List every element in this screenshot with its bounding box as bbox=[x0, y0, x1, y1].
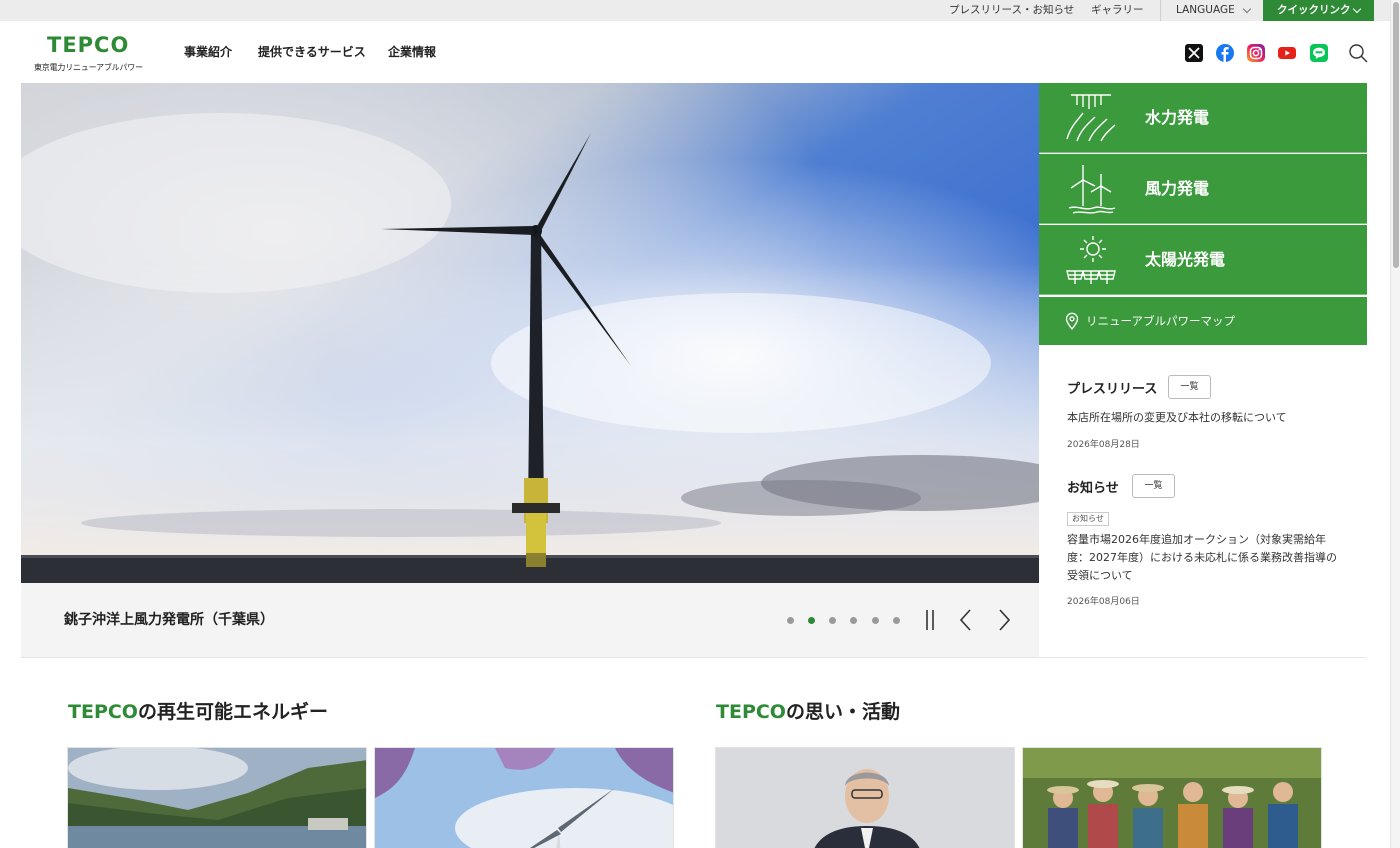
logo-mark: TEPCO bbox=[47, 33, 130, 57]
hero-caption: 銚子沖洋上風力発電所（千葉県） bbox=[64, 612, 274, 628]
hydro-power-label: 水力発電 bbox=[1145, 108, 1210, 127]
notice-item-link[interactable]: 容量市場2026年度追加オークション（対象実需給年度：2027年度）における未応… bbox=[1067, 531, 1342, 585]
slide-indicator-active[interactable] bbox=[808, 617, 815, 624]
solar-panel-icon bbox=[1063, 233, 1119, 287]
side-panel: 水力発電 風力発電 太陽光発電 リニューアブルパワーマップ プレスリリース 一覧… bbox=[1039, 83, 1367, 657]
language-label: LANGUAGE bbox=[1176, 4, 1235, 16]
utility-bar: プレスリリース・お知らせ ギャラリー LANGUAGE クイックリンク bbox=[0, 0, 1390, 21]
slide-indicator[interactable] bbox=[787, 617, 794, 624]
hero-slide-image[interactable] bbox=[21, 83, 1039, 583]
nav-company[interactable]: 企業情報 bbox=[388, 21, 436, 83]
map-link-label: リニューアブルパワーマップ bbox=[1086, 314, 1236, 328]
logo-subtitle: 東京電力リニューアブルパワー bbox=[34, 63, 143, 72]
press-item-link[interactable]: 本店所在場所の変更及び本社の移転について bbox=[1067, 409, 1342, 427]
section-brand: TEPCO bbox=[716, 701, 786, 723]
chevron-down-icon bbox=[1242, 4, 1252, 14]
notice-item-date: 2026年08月06日 bbox=[1067, 597, 1140, 607]
scrollbar-thumb[interactable] bbox=[1393, 2, 1399, 268]
press-news-link[interactable]: プレスリリース・お知らせ bbox=[949, 0, 1074, 21]
card-wind-cherry-image[interactable] bbox=[374, 747, 674, 848]
prev-arrow-icon[interactable] bbox=[953, 605, 979, 635]
press-item-date: 2026年08月28日 bbox=[1067, 440, 1140, 450]
instagram-icon[interactable] bbox=[1247, 44, 1265, 62]
notice-tag-badge: お知らせ bbox=[1067, 512, 1109, 526]
solar-power-label: 太陽光発電 bbox=[1145, 250, 1226, 269]
quick-link-label: クイックリンク bbox=[1277, 4, 1351, 16]
page-scrollbar[interactable] bbox=[1390, 0, 1400, 848]
slide-indicator[interactable] bbox=[850, 617, 857, 624]
next-arrow-icon[interactable] bbox=[991, 605, 1017, 635]
wind-power-label: 風力発電 bbox=[1145, 179, 1210, 198]
facebook-icon[interactable] bbox=[1216, 44, 1234, 62]
x-icon[interactable] bbox=[1185, 44, 1203, 62]
gallery-link[interactable]: ギャラリー bbox=[1091, 0, 1144, 21]
map-pin-icon bbox=[1063, 312, 1081, 331]
tepco-logo[interactable]: TEPCO 東京電力リニューアブルパワー bbox=[34, 33, 146, 73]
notice-title: お知らせ bbox=[1067, 481, 1119, 496]
pause-icon[interactable] bbox=[917, 605, 943, 635]
hydro-power-link[interactable]: 水力発電 bbox=[1039, 83, 1367, 153]
notice-list-button[interactable]: 一覧 bbox=[1132, 474, 1175, 498]
card-farm-group-photo[interactable] bbox=[1022, 747, 1322, 848]
solar-power-link[interactable]: 太陽光発電 bbox=[1039, 225, 1367, 295]
line-icon[interactable] bbox=[1310, 44, 1328, 62]
divider bbox=[21, 657, 1367, 658]
nav-services[interactable]: 提供できるサービス bbox=[258, 21, 366, 83]
section-title-text: の思い・活動 bbox=[785, 701, 900, 723]
card-hydro-dam-image[interactable] bbox=[67, 747, 367, 848]
slide-indicator[interactable] bbox=[893, 617, 900, 624]
chevron-down-icon bbox=[1352, 4, 1362, 14]
wind-power-link[interactable]: 風力発電 bbox=[1039, 154, 1367, 224]
hydro-dam-icon bbox=[1063, 91, 1119, 145]
quick-link-dropdown[interactable]: クイックリンク bbox=[1263, 0, 1374, 21]
renewable-section-title: TEPCOの再生可能エネルギー bbox=[68, 697, 328, 724]
press-release-title: プレスリリース bbox=[1067, 382, 1158, 397]
youtube-icon[interactable] bbox=[1278, 44, 1296, 62]
renewable-power-map-link[interactable]: リニューアブルパワーマップ bbox=[1039, 297, 1367, 345]
wind-turbine-icon bbox=[1063, 162, 1119, 216]
section-brand: TEPCO bbox=[68, 701, 138, 723]
site-header: TEPCO 東京電力リニューアブルパワー 事業紹介 提供できるサービス 企業情報 bbox=[0, 21, 1390, 83]
search-icon[interactable] bbox=[1348, 43, 1368, 63]
card-president-photo[interactable] bbox=[715, 747, 1015, 848]
slide-indicator[interactable] bbox=[872, 617, 879, 624]
section-title-text: の再生可能エネルギー bbox=[137, 701, 328, 723]
press-list-button[interactable]: 一覧 bbox=[1168, 375, 1211, 399]
slide-indicator[interactable] bbox=[829, 617, 836, 624]
activity-section-title: TEPCOの思い・活動 bbox=[716, 697, 900, 724]
language-dropdown[interactable]: LANGUAGE bbox=[1161, 0, 1262, 21]
nav-business[interactable]: 事業紹介 bbox=[184, 21, 232, 83]
hero-caption-bar: 銚子沖洋上風力発電所（千葉県） bbox=[21, 583, 1039, 657]
